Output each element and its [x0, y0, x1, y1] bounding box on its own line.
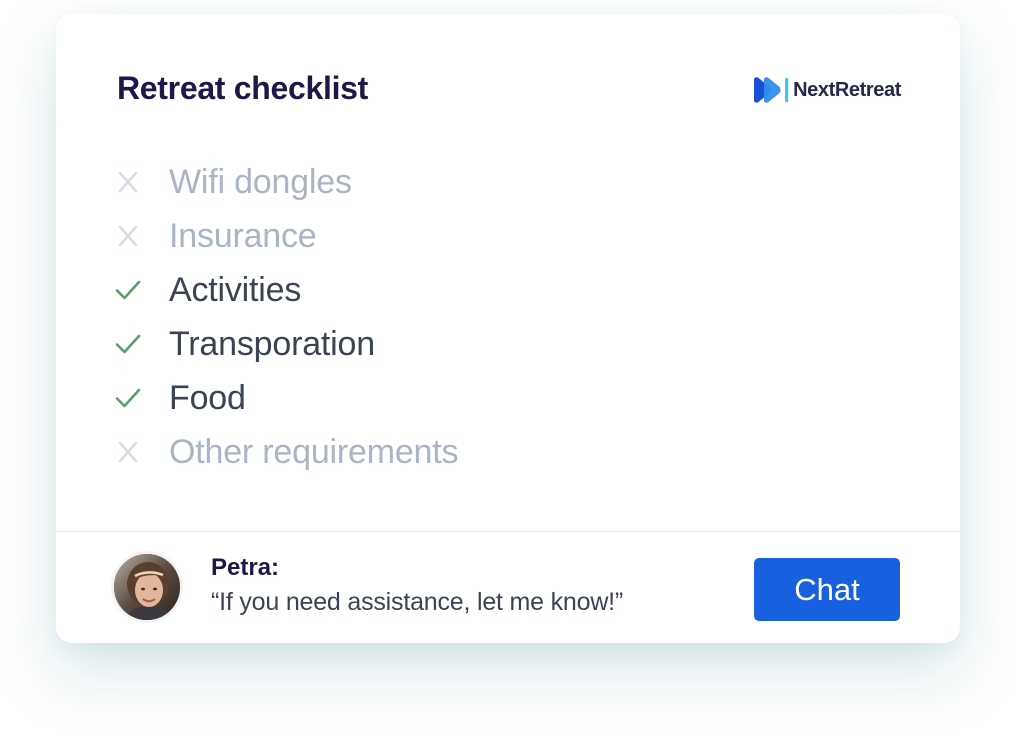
checklist-item-label: Insurance [169, 217, 317, 255]
check-icon [114, 330, 142, 358]
retreat-checklist-card: Retreat checklist NextRetreat Wifi dongl… [56, 14, 960, 643]
checklist: Wifi dongles Insurance Activities Transpora… [114, 155, 459, 479]
card-title: Retreat checklist [117, 70, 369, 106]
checklist-item-label: Transporation [169, 325, 375, 363]
cross-icon [114, 168, 142, 196]
next-retreat-logo-icon [752, 77, 790, 103]
checklist-item: Other requirements [114, 425, 459, 479]
checklist-item-label: Other requirements [169, 433, 459, 471]
checklist-item: Insurance [114, 209, 458, 263]
chat-button[interactable]: Chat [754, 558, 900, 621]
contact-name: Petra: [211, 554, 280, 581]
checklist-item: Wifi dongles [114, 155, 458, 209]
contact-footer: Petra: “If you need assistance, let me k… [56, 532, 960, 643]
checklist-item: Transporation [114, 317, 458, 371]
contact-message: “If you need assistance, let me know!” [211, 588, 624, 616]
checklist-item-label: Wifi dongles [169, 163, 352, 201]
avatar [111, 551, 183, 623]
brand-name: NextRetreat [793, 78, 901, 101]
cross-icon [114, 222, 142, 250]
checklist-item: Food [114, 371, 458, 425]
cross-icon [114, 438, 142, 466]
brand-logo: NextRetreat [752, 76, 901, 104]
checklist-item-label: Activities [169, 271, 302, 309]
avatar-photo [114, 554, 180, 620]
checklist-item-label: Food [169, 379, 246, 417]
check-icon [114, 384, 142, 412]
check-icon [114, 276, 142, 304]
checklist-item: Activities [114, 263, 458, 317]
